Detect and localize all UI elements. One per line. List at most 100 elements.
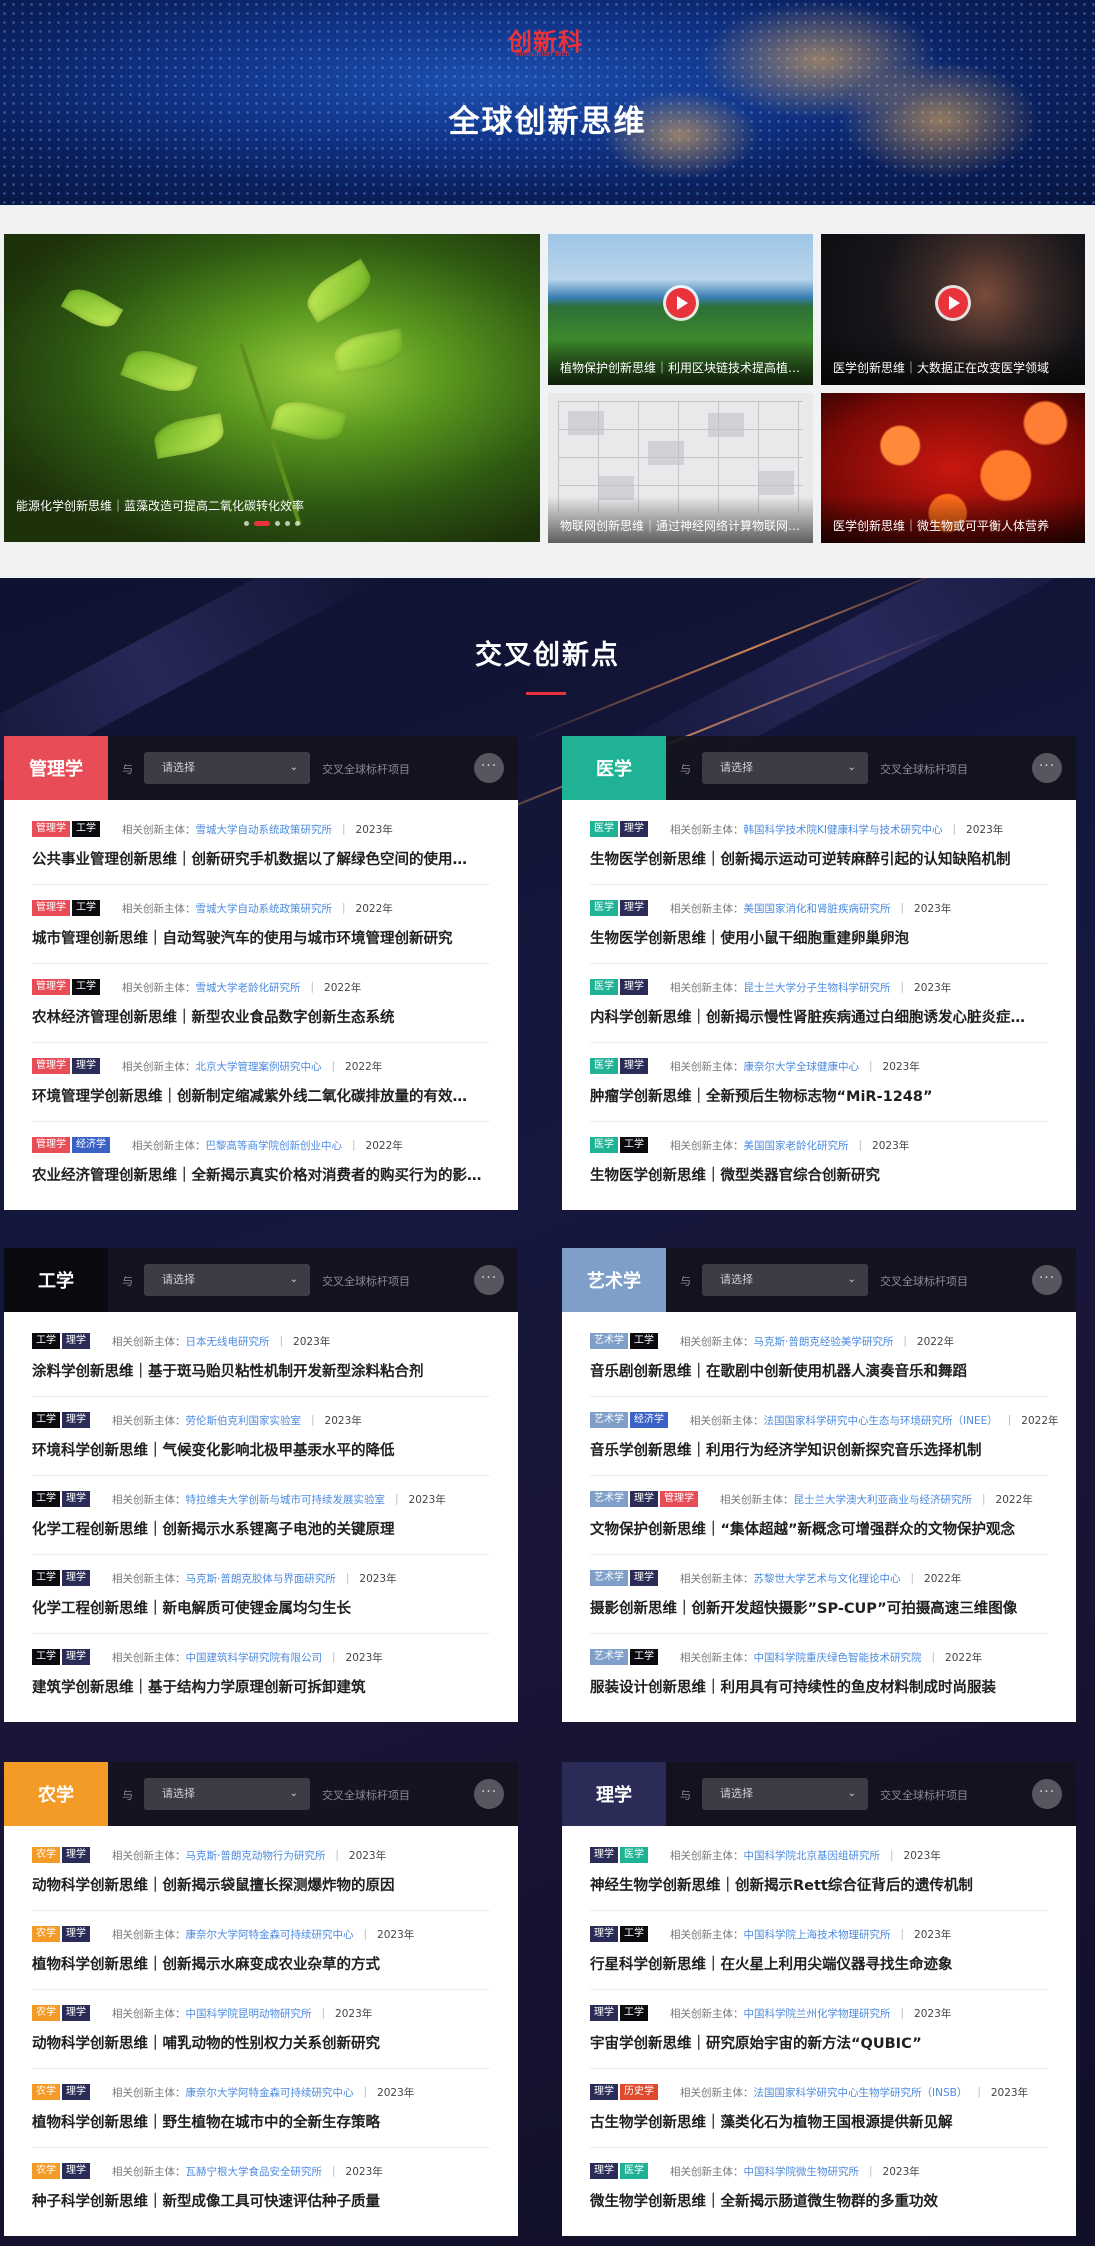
related-entity-link[interactable]: 中国科学院北京基因组研究所 (744, 1848, 881, 1863)
item-title[interactable]: 植物科学创新思维｜野生植物在城市中的全新生存策略 (32, 2111, 490, 2132)
list-item[interactable]: 管理学 工学 相关创新主体： 雪城大学自动系统政策研究所 | 2022年 城市管理创新思维｜… (32, 885, 490, 964)
related-entity-link[interactable]: 劳伦斯伯克利国家实验室 (186, 1413, 302, 1428)
list-item[interactable]: 艺术学 理学 管理学 相关创新主体： 昆士兰大学澳大利亚商业与经济研究所 | 2022年 文物… (590, 1476, 1048, 1555)
list-item[interactable]: 管理学 工学 相关创新主体： 雪城大学自动系统政策研究所 | 2023年 公共事业管理创新思… (32, 806, 490, 885)
list-item[interactable]: 医学 理学 相关创新主体： 昆士兰大学分子生物科学研究所 | 2023年 内科学创新思维｜创… (590, 964, 1048, 1043)
item-title[interactable]: 神经生物学创新思维｜创新揭示Rett综合征背后的遗传机制 (590, 1874, 1048, 1895)
related-entity-link[interactable]: 昆士兰大学澳大利亚商业与经济研究所 (794, 1492, 973, 1507)
related-entity-link[interactable]: 中国科学院重庆绿色智能技术研究院 (754, 1650, 922, 1665)
list-item[interactable]: 工学 理学 相关创新主体： 中国建筑科学研究院有限公司 | 2023年 建筑学创新思维｜基于… (32, 1634, 490, 1713)
item-title[interactable]: 环境科学创新思维｜气候变化影响北极甲基汞水平的降低 (32, 1439, 490, 1460)
related-entity-link[interactable]: 康奈尔大学阿特金森可持续研究中心 (186, 2085, 354, 2100)
list-item[interactable]: 理学 医学 相关创新主体： 中国科学院北京基因组研究所 | 2023年 神经生物学创新思维｜… (590, 1832, 1048, 1911)
related-entity-link[interactable]: 雪城大学老龄化研究所 (196, 980, 301, 995)
featured-tile-microbe[interactable]: 医学创新思维｜微生物或可平衡人体营养 (821, 393, 1085, 543)
category-tab[interactable]: 管理学 (4, 736, 108, 800)
more-icon[interactable]: ··· (474, 753, 504, 783)
list-item[interactable]: 医学 工学 相关创新主体： 美国国家老龄化研究所 | 2023年 生物医学创新思维｜微型类器… (590, 1122, 1048, 1201)
list-item[interactable]: 医学 理学 相关创新主体： 韩国科学技术院KI健康科学与技术研究中心 | 2023年 生物医… (590, 806, 1048, 885)
carousel-dot[interactable] (295, 521, 300, 526)
category-tab[interactable]: 农学 (4, 1762, 108, 1826)
item-title[interactable]: 古生物学创新思维｜藻类化石为植物王国根源提供新见解 (590, 2111, 1048, 2132)
category-tab[interactable]: 艺术学 (562, 1248, 666, 1312)
list-item[interactable]: 农学 理学 相关创新主体： 康奈尔大学阿特金森可持续研究中心 | 2023年 植物科学创新思… (32, 1911, 490, 1990)
carousel-dot-active[interactable] (254, 521, 270, 526)
list-item[interactable]: 艺术学 理学 相关创新主体： 苏黎世大学艺术与文化理论中心 | 2022年 摄影创新思维｜创… (590, 1555, 1048, 1634)
related-entity-link[interactable]: 雪城大学自动系统政策研究所 (196, 822, 333, 837)
list-item[interactable]: 工学 理学 相关创新主体： 特拉维夫大学创新与城市可持续发展实验室 | 2023年 化学工程… (32, 1476, 490, 1555)
carousel-dot[interactable] (285, 521, 290, 526)
more-icon[interactable]: ··· (1032, 1779, 1062, 1809)
item-title[interactable]: 化学工程创新思维｜创新揭示水系锂离子电池的关键原理 (32, 1518, 490, 1539)
more-icon[interactable]: ··· (474, 1265, 504, 1295)
more-icon[interactable]: ··· (1032, 753, 1062, 783)
related-entity-link[interactable]: 韩国科学技术院KI健康科学与技术研究中心 (744, 822, 943, 837)
item-title[interactable]: 化学工程创新思维｜新电解质可使锂金属均匀生长 (32, 1597, 490, 1618)
item-title[interactable]: 动物科学创新思维｜哺乳动物的性别权力关系创新研究 (32, 2032, 490, 2053)
item-title[interactable]: 内科学创新思维｜创新揭示慢性肾脏疾病通过白细胞诱发心脏炎症… (590, 1006, 1048, 1027)
item-title[interactable]: 服装设计创新思维｜利用具有可持续性的鱼皮材料制成时尚服装 (590, 1676, 1048, 1697)
related-entity-link[interactable]: 苏黎世大学艺术与文化理论中心 (754, 1571, 901, 1586)
item-title[interactable]: 环境管理学创新思维｜创新制定缩减紫外线二氧化碳排放量的有效… (32, 1085, 490, 1106)
list-item[interactable]: 农学 理学 相关创新主体： 中国科学院昆明动物研究所 | 2023年 动物科学创新思维｜哺乳… (32, 1990, 490, 2069)
item-title[interactable]: 音乐学创新思维｜利用行为经济学知识创新探究音乐选择机制 (590, 1439, 1048, 1460)
list-item[interactable]: 理学 工学 相关创新主体： 中国科学院兰州化学物理研究所 | 2023年 宇宙学创新思维｜研… (590, 1990, 1048, 2069)
carousel-dot[interactable] (244, 521, 249, 526)
item-title[interactable]: 城市管理创新思维｜自动驾驶汽车的使用与城市环境管理创新研究 (32, 927, 490, 948)
list-item[interactable]: 艺术学 经济学 相关创新主体： 法国国家科学研究中心生态与环境研究所（INEE） | 20… (590, 1397, 1059, 1476)
featured-tile-iot[interactable]: 物联网创新思维｜通过神经网络计算物联网数据 (548, 393, 813, 543)
item-title[interactable]: 种子科学创新思维｜新型成像工具可快速评估种子质量 (32, 2190, 490, 2211)
category-tab[interactable]: 工学 (4, 1248, 108, 1312)
related-entity-link[interactable]: 瓦赫宁根大学食品安全研究所 (186, 2164, 323, 2179)
related-entity-link[interactable]: 中国科学院微生物研究所 (744, 2164, 860, 2179)
featured-tile-plant[interactable]: 植物保护创新思维｜利用区块链技术提高植物保护效率 (548, 234, 813, 385)
list-item[interactable]: 艺术学 工学 相关创新主体： 中国科学院重庆绿色智能技术研究院 | 2022年 服装设计创新… (590, 1634, 1048, 1713)
related-entity-link[interactable]: 康奈尔大学全球健康中心 (744, 1059, 860, 1074)
item-title[interactable]: 行星科学创新思维｜在火星上利用尖端仪器寻找生命迹象 (590, 1953, 1048, 1974)
list-item[interactable]: 工学 理学 相关创新主体： 日本无线电研究所 | 2023年 涂料学创新思维｜基于斑马贻贝粘… (32, 1318, 490, 1397)
list-item[interactable]: 农学 理学 相关创新主体： 康奈尔大学阿特金森可持续研究中心 | 2023年 植物科学创新思… (32, 2069, 490, 2148)
related-entity-link[interactable]: 马克斯·普朗克胶体与界面研究所 (186, 1571, 336, 1586)
list-item[interactable]: 农学 理学 相关创新主体： 马克斯·普朗克动物行为研究所 | 2023年 动物科学创新思维｜… (32, 1832, 490, 1911)
related-entity-link[interactable]: 法国国家科学研究中心生物学研究所（INSB） (754, 2085, 968, 2100)
related-entity-link[interactable]: 美国国家消化和肾脏疾病研究所 (744, 901, 891, 916)
carousel-pager[interactable] (244, 521, 300, 526)
related-entity-link[interactable]: 特拉维夫大学创新与城市可持续发展实验室 (186, 1492, 386, 1507)
related-entity-link[interactable]: 日本无线电研究所 (186, 1334, 270, 1349)
related-entity-link[interactable]: 昆士兰大学分子生物科学研究所 (744, 980, 891, 995)
item-title[interactable]: 建筑学创新思维｜基于结构力学原理创新可拆卸建筑 (32, 1676, 490, 1697)
item-title[interactable]: 农业经济管理创新思维｜全新揭示真实价格对消费者的购买行为的影响… (32, 1164, 490, 1185)
cross-category-select[interactable]: 请选择 ⌄ (144, 1778, 310, 1810)
carousel-dot[interactable] (275, 521, 280, 526)
item-title[interactable]: 公共事业管理创新思维｜创新研究手机数据以了解绿色空间的使用… (32, 848, 490, 869)
more-icon[interactable]: ··· (1032, 1265, 1062, 1295)
related-entity-link[interactable]: 中国科学院兰州化学物理研究所 (744, 2006, 891, 2021)
related-entity-link[interactable]: 马克斯·普朗克动物行为研究所 (186, 1848, 326, 1863)
related-entity-link[interactable]: 法国国家科学研究中心生态与环境研究所（INEE） (764, 1413, 998, 1428)
item-title[interactable]: 微生物学创新思维｜全新揭示肠道微生物群的多重功效 (590, 2190, 1048, 2211)
cross-category-select[interactable]: 请选择 ⌄ (144, 1264, 310, 1296)
related-entity-link[interactable]: 中国科学院昆明动物研究所 (186, 2006, 312, 2021)
list-item[interactable]: 管理学 工学 相关创新主体： 雪城大学老龄化研究所 | 2022年 农林经济管理创新思维｜新… (32, 964, 490, 1043)
featured-tile-medicine[interactable]: 医学创新思维｜大数据正在改变医学领域 (821, 234, 1085, 385)
item-title[interactable]: 肿瘤学创新思维｜全新预后生物标志物“MiR-1248” (590, 1085, 1048, 1106)
item-title[interactable]: 动物科学创新思维｜创新揭示袋鼠擅长探测爆炸物的原因 (32, 1874, 490, 1895)
category-tab[interactable]: 医学 (562, 736, 666, 800)
item-title[interactable]: 农林经济管理创新思维｜新型农业食品数字创新生态系统 (32, 1006, 490, 1027)
item-title[interactable]: 生物医学创新思维｜使用小鼠干细胞重建卵巢卵泡 (590, 927, 1048, 948)
play-icon[interactable] (938, 287, 968, 318)
cross-category-select[interactable]: 请选择 ⌄ (702, 1778, 868, 1810)
item-title[interactable]: 涂料学创新思维｜基于斑马贻贝粘性机制开发新型涂料粘合剂 (32, 1360, 490, 1381)
list-item[interactable]: 理学 工学 相关创新主体： 中国科学院上海技术物理研究所 | 2023年 行星科学创新思维｜… (590, 1911, 1048, 1990)
cross-category-select[interactable]: 请选择 ⌄ (702, 752, 868, 784)
related-entity-link[interactable]: 马克斯·普朗克经验美学研究所 (754, 1334, 894, 1349)
related-entity-link[interactable]: 中国科学院上海技术物理研究所 (744, 1927, 891, 1942)
list-item[interactable]: 理学 医学 相关创新主体： 中国科学院微生物研究所 | 2023年 微生物学创新思维｜全新揭… (590, 2148, 1048, 2227)
related-entity-link[interactable]: 巴黎高等商学院创新创业中心 (206, 1138, 343, 1153)
more-icon[interactable]: ··· (474, 1779, 504, 1809)
related-entity-link[interactable]: 康奈尔大学阿特金森可持续研究中心 (186, 1927, 354, 1942)
list-item[interactable]: 管理学 经济学 相关创新主体： 巴黎高等商学院创新创业中心 | 2022年 农业经济管理创新… (32, 1122, 490, 1201)
list-item[interactable]: 管理学 理学 相关创新主体： 北京大学管理案例研究中心 | 2022年 环境管理学创新思维｜… (32, 1043, 490, 1122)
list-item[interactable]: 工学 理学 相关创新主体： 马克斯·普朗克胶体与界面研究所 | 2023年 化学工程创新思维… (32, 1555, 490, 1634)
cross-category-select[interactable]: 请选择 ⌄ (144, 752, 310, 784)
